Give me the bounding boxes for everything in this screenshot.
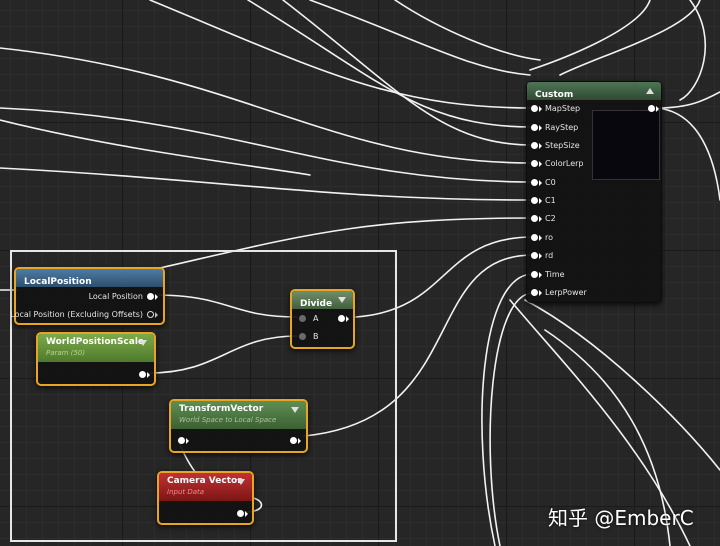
input-label-ro: ro [545, 233, 554, 242]
wire-top-2 [394, 0, 541, 61]
custom-node-title: Custom [535, 90, 574, 100]
input-pin-stepsize[interactable] [531, 142, 538, 149]
camera-vector-node[interactable]: Camera Vector Input Data [157, 471, 254, 525]
wire-time [481, 273, 534, 546]
pin-arrow-icon [346, 316, 349, 322]
divide-title: Divide [300, 299, 333, 309]
output-label-local-position-excl: Local Position (Excluding Offsets) [10, 310, 143, 319]
wire-top-3 [529, 0, 651, 71]
input-label-b: B [313, 332, 319, 341]
input-pin-raystep[interactable] [531, 124, 538, 131]
transform-vector-subtitle: World Space to Local Space [179, 416, 277, 424]
output-label-local-position: Local Position [88, 292, 143, 301]
input-pin-ro[interactable] [531, 234, 538, 241]
pin-arrow-icon [539, 106, 542, 112]
pin-arrow-icon [539, 216, 542, 222]
pin-arrow-icon [539, 253, 542, 259]
wire-top-4 [559, 0, 701, 76]
collapse-arrow-icon[interactable] [646, 88, 654, 94]
pin-arrow-icon [245, 511, 248, 517]
local-position-node[interactable]: LocalPosition Local Position Local Posit… [10, 267, 165, 325]
local-position-title: LocalPosition [24, 277, 92, 287]
wire-top-1 [309, 0, 531, 76]
transform-vector-node[interactable]: TransformVector World Space to Local Spa… [169, 399, 308, 453]
divide-output-pin[interactable] [338, 315, 345, 322]
pin-arrow-icon [186, 438, 189, 444]
input-pin-c0[interactable] [531, 179, 538, 186]
output-pin-local-position[interactable] [147, 293, 154, 300]
pin-arrow-icon [539, 290, 542, 296]
wire-stepsize [282, 0, 534, 146]
input-pin-c1[interactable] [531, 197, 538, 204]
input-pin-mapstep[interactable] [531, 105, 538, 112]
wire-lerppower [489, 292, 534, 546]
transform-vector-header[interactable]: TransformVector World Space to Local Spa… [171, 401, 306, 429]
transform-vector-input-pin[interactable] [178, 437, 185, 444]
pin-arrow-icon [147, 372, 150, 378]
input-label-time: Time [545, 270, 565, 279]
material-graph-canvas[interactable]: Custom MapStep RayStep StepSize ColorLer… [0, 0, 720, 546]
collapse-arrow-icon[interactable] [338, 297, 346, 303]
input-label-mapstep: MapStep [545, 104, 581, 113]
pin-arrow-icon [539, 161, 542, 167]
wire-mapstep [149, 0, 534, 109]
custom-preview-thumbnail [592, 110, 660, 180]
input-label-c1: C1 [545, 196, 556, 205]
input-pin-colorlerp[interactable] [531, 160, 538, 167]
pin-arrow-icon [298, 438, 301, 444]
output-pin-local-position-excl[interactable] [147, 311, 154, 318]
pin-arrow-icon [539, 180, 542, 186]
pin-arrow-icon [539, 272, 542, 278]
world-position-scale-header[interactable]: WorldPositionScale Param (50) [38, 334, 154, 362]
input-label-c2: C2 [545, 214, 556, 223]
wire-right-1 [679, 0, 706, 101]
wire-left-1 [0, 119, 311, 176]
camera-vector-output-pin[interactable] [237, 510, 244, 517]
input-label-raystep: RayStep [545, 123, 579, 132]
watermark: 知乎 @EmberC [548, 506, 694, 530]
input-label-colorlerp: ColorLerp [545, 159, 584, 168]
input-pin-rd[interactable] [531, 252, 538, 259]
input-pin-lerppower[interactable] [531, 289, 538, 296]
pin-arrow-icon [539, 143, 542, 149]
input-label-lerppower: LerpPower [545, 288, 587, 297]
input-label-rd: rd [545, 251, 554, 260]
input-label-a: A [313, 314, 319, 323]
wire-raystep [247, 0, 534, 128]
custom-node-header[interactable]: Custom [527, 82, 661, 100]
collapse-arrow-icon[interactable] [139, 340, 147, 346]
transform-vector-output-pin[interactable] [290, 437, 297, 444]
pin-arrow-icon [539, 125, 542, 131]
camera-vector-header[interactable]: Camera Vector Input Data [159, 473, 252, 501]
wire-c0 [0, 107, 534, 183]
custom-node[interactable]: Custom MapStep RayStep StepSize ColorLer… [526, 81, 662, 303]
custom-output-arrow-icon [656, 106, 659, 112]
collapse-arrow-icon[interactable] [237, 479, 245, 485]
collapse-arrow-icon[interactable] [291, 407, 299, 413]
local-position-header[interactable]: LocalPosition [16, 269, 163, 287]
wire-c1 [0, 167, 534, 201]
world-position-scale-node[interactable]: WorldPositionScale Param (50) [36, 332, 156, 386]
wire-custom-out-2 [656, 107, 720, 201]
input-pin-c2[interactable] [531, 215, 538, 222]
pin-arrow-icon [539, 198, 542, 204]
pin-arrow-icon [155, 312, 158, 318]
custom-output-pin[interactable] [648, 105, 655, 112]
pin-arrow-icon [155, 294, 158, 300]
input-label-c0: C0 [545, 178, 556, 187]
wire-right-3 [524, 299, 720, 471]
input-pin-time[interactable] [531, 271, 538, 278]
pin-arrow-icon [539, 235, 542, 241]
output-pin-world-position-scale[interactable] [139, 371, 146, 378]
input-pin-b[interactable] [299, 333, 306, 340]
divide-header[interactable]: Divide [292, 291, 353, 309]
input-label-stepsize: StepSize [545, 141, 580, 150]
input-pin-a[interactable] [299, 315, 306, 322]
divide-node[interactable]: Divide A B [290, 289, 355, 349]
